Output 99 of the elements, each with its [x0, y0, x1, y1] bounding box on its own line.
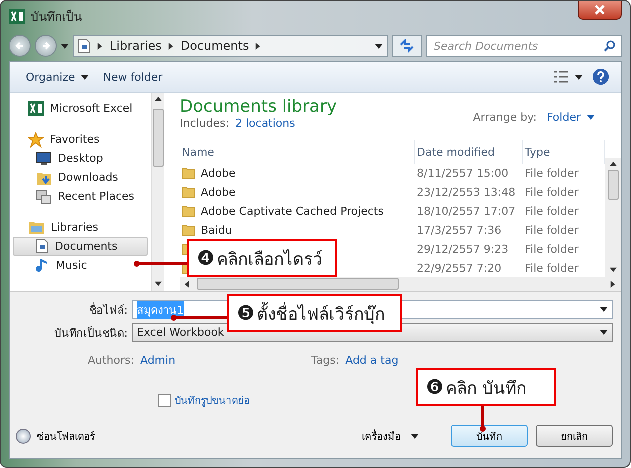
callout-tooltip: ❹ คลิกเลือกไดรว์: [187, 239, 337, 277]
refresh-icon[interactable]: [392, 35, 422, 57]
monitor-icon: [36, 152, 52, 166]
folder-icon: [182, 205, 196, 218]
arrange-dropdown[interactable]: Folder: [547, 111, 595, 124]
library-title: Documents library: [180, 97, 338, 117]
date-cell-text: 18/10/2557 17:07: [416, 204, 517, 220]
chevron-icon: [255, 42, 262, 50]
address-bar[interactable]: Libraries Documents: [73, 35, 388, 57]
folder-icon: [182, 167, 196, 180]
forward-button[interactable]: [35, 35, 57, 57]
close-icon[interactable]: [578, 1, 622, 20]
caret-icon: [600, 330, 608, 335]
author-link[interactable]: Admin: [140, 354, 176, 367]
includes-label: Includes:: [180, 117, 230, 130]
scroll-down-icon: [154, 281, 162, 288]
date-cell-text: 8/11/2557 15:00: [416, 166, 510, 182]
type-cell-text: File folder: [524, 223, 580, 239]
organize-menu[interactable]: Organize: [22, 68, 94, 86]
date-cell-text: 22/9/2557 7:20: [416, 261, 503, 277]
scrollbar[interactable]: [151, 93, 164, 291]
list-view-icon: [553, 71, 569, 83]
help-icon[interactable]: [593, 69, 609, 85]
type-cell-text: File folder: [524, 261, 580, 277]
recent-places-icon: [36, 188, 52, 204]
folder-icon: [182, 224, 196, 237]
type-cell-text: File folder: [524, 242, 580, 258]
hide-folders-button[interactable]: ซ่อนโฟลเดอร์: [16, 428, 95, 444]
file-name[interactable]: Adobe Captivate Cached Projects: [201, 205, 384, 218]
sidebar-item[interactable]: Documents: [13, 237, 148, 256]
excel-icon: [9, 8, 25, 24]
forward-arrow-icon: [41, 41, 51, 51]
caret-icon: [587, 115, 595, 120]
type-cell-text: File folder: [524, 166, 580, 182]
star-icon: [28, 132, 44, 148]
new-folder-button[interactable]: New folder: [99, 68, 167, 86]
sidebar-item[interactable]: Favorites: [13, 130, 148, 149]
callout-tooltip: ❺ ตั้งชื่อไฟล์เวิร์กบุ๊ก: [227, 294, 402, 332]
breadcrumb[interactable]: Libraries: [110, 39, 162, 53]
type-cell-text: File folder: [524, 204, 580, 220]
date-cell-text: 23/12/2553 13:48: [416, 185, 517, 201]
file-name[interactable]: Adobe: [201, 186, 236, 199]
document-icon: [78, 38, 91, 54]
file-name[interactable]: Adobe: [201, 167, 236, 180]
scroll-up-icon: [154, 96, 162, 103]
locations-link[interactable]: 2 locations: [235, 117, 296, 130]
sidebar-item[interactable]: Desktop: [13, 149, 148, 168]
tags-label: Tags:: [312, 354, 340, 367]
caret-icon: [411, 434, 419, 438]
type-cell-text: File folder: [524, 185, 580, 201]
search-box[interactable]: Search Documents: [426, 35, 622, 57]
scroll-thumb[interactable]: [608, 170, 618, 200]
excel-icon: [28, 101, 44, 116]
window-title: บันทึกเป็น: [31, 8, 82, 26]
checkbox[interactable]: [158, 394, 171, 407]
music-note-icon: [36, 258, 50, 274]
arrange-label: Arrange by:: [473, 111, 537, 124]
document-icon: [36, 239, 49, 254]
horizontal-scrollbar[interactable]: [180, 277, 621, 291]
thumbnail-label: บันทึกรูปขนาดย่อ: [175, 395, 250, 408]
caret-icon: [600, 307, 608, 312]
sidebar-item[interactable]: Downloads: [13, 168, 148, 187]
sidebar-item[interactable]: Libraries: [13, 218, 148, 237]
search-icon: [604, 40, 616, 52]
authors-label: Authors:: [88, 354, 134, 367]
sidebar-item[interactable]: Music: [13, 256, 148, 275]
library-folder-icon: [28, 220, 45, 235]
add-tag-link[interactable]: Add a tag: [346, 354, 399, 367]
chevron-icon: [168, 42, 175, 50]
scroll-thumb[interactable]: [152, 109, 164, 167]
scroll-down-icon: [610, 267, 616, 274]
back-arrow-icon: [15, 41, 25, 51]
column-header[interactable]: Date modified: [415, 140, 523, 164]
save-button[interactable]: บันทึก: [451, 425, 528, 447]
dropdown-caret-icon: [375, 44, 383, 48]
column-header[interactable]: Name: [180, 140, 415, 164]
callout-tooltip: ❻ คลิก บันทึก: [416, 368, 556, 406]
filename-label: ชื่อไฟล์:: [88, 302, 128, 318]
save-type-label: บันทึกเป็นชนิด:: [53, 325, 128, 342]
caret-icon: [575, 74, 583, 80]
scroll-thumb[interactable]: [197, 278, 399, 290]
scrollbar[interactable]: [605, 158, 621, 277]
history-caret-icon: [61, 44, 69, 48]
search-field[interactable]: Search Documents: [432, 38, 604, 54]
caret-icon: [81, 74, 90, 80]
scroll-left-icon: [184, 280, 191, 288]
back-button[interactable]: [9, 35, 31, 57]
sidebar-item[interactable]: Recent Places: [13, 187, 148, 206]
folder-icon: [182, 186, 196, 199]
date-cell-text: 29/12/2557 9:23: [416, 242, 510, 258]
breadcrumb[interactable]: Documents: [180, 39, 250, 53]
sidebar-item[interactable]: Microsoft Excel: [13, 99, 148, 118]
date-cell-text: 17/3/2557 7:36: [416, 223, 503, 239]
scroll-up-icon: [610, 161, 616, 168]
scroll-right-icon: [610, 280, 617, 288]
cancel-button[interactable]: ยกเลิก: [536, 425, 613, 447]
file-name[interactable]: Baidu: [201, 224, 232, 237]
chevron-icon: [97, 42, 104, 50]
tools-menu[interactable]: เครื่องมือ: [356, 428, 425, 444]
